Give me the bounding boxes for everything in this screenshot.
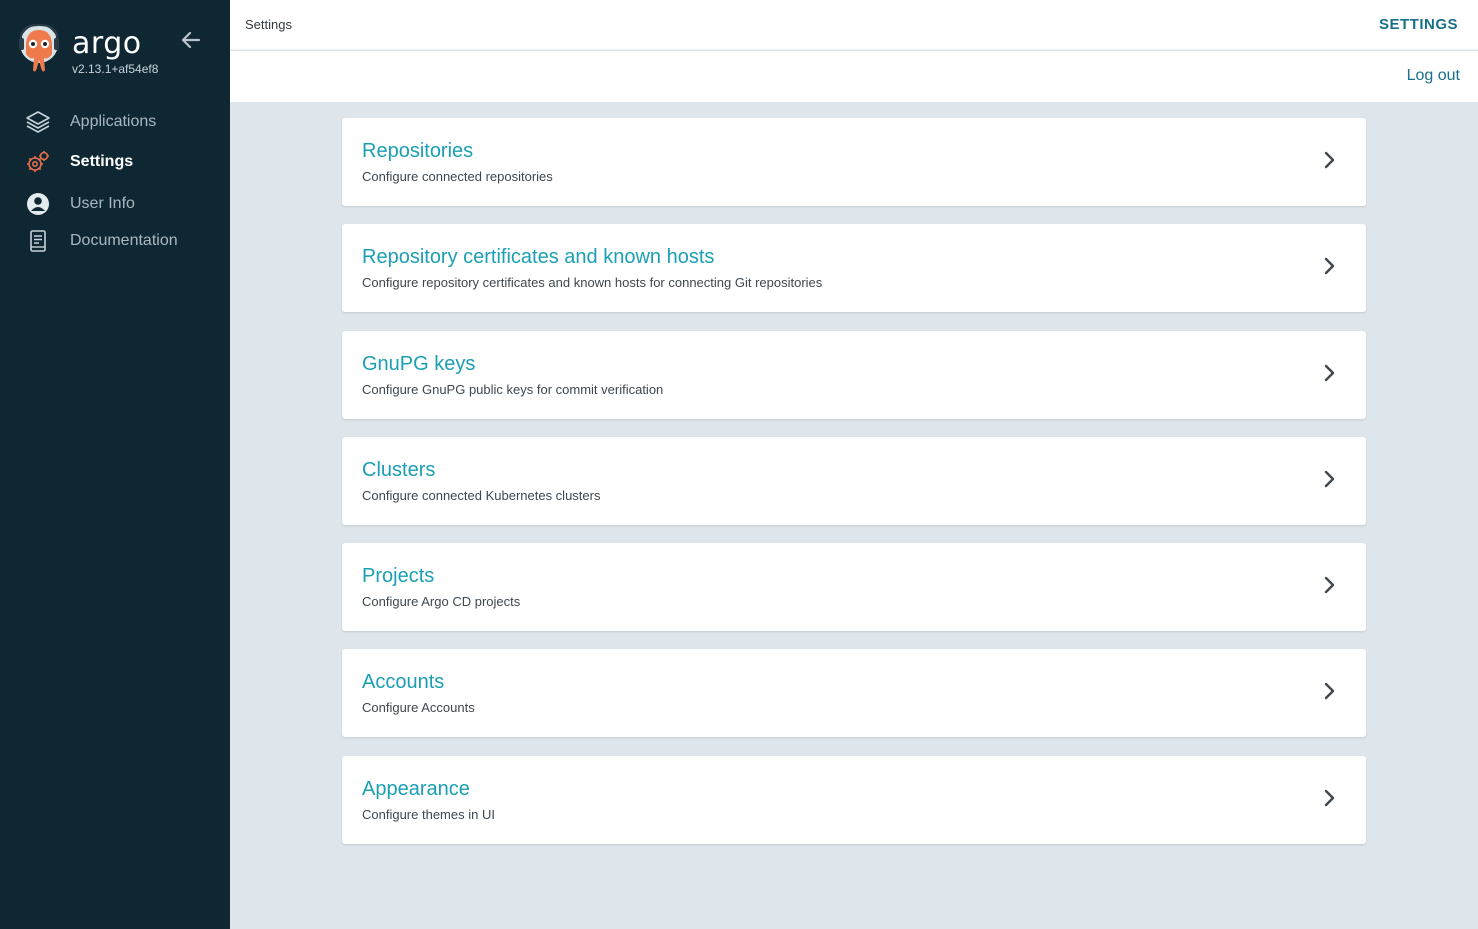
card-description: Configure connected repositories xyxy=(362,169,553,184)
chevron-right-icon xyxy=(1324,789,1335,806)
settings-card-projects[interactable]: Projects Configure Argo CD projects xyxy=(342,543,1366,632)
card-title: Repositories xyxy=(362,140,474,162)
sidebar-item-label: User Info xyxy=(70,195,135,212)
book-icon xyxy=(24,227,52,255)
settings-card-gnupg-keys[interactable]: GnuPG keys Configure GnuPG public keys f… xyxy=(342,330,1366,419)
sidebar-nav: Applications Settings User Info Document… xyxy=(0,102,230,261)
card-title: Accounts xyxy=(362,671,445,694)
top-bar: Settings SETTINGS xyxy=(230,0,1478,50)
sidebar-item-documentation[interactable]: Documentation xyxy=(0,221,230,261)
chevron-right-icon xyxy=(1324,683,1335,700)
settings-card-repositories[interactable]: Repositories Configure connected reposit… xyxy=(342,118,1366,206)
sidebar-item-label: Settings xyxy=(70,153,134,170)
sidebar-item-label: Documentation xyxy=(70,232,178,249)
card-description: Configure repository certificates and kn… xyxy=(362,275,823,291)
sidebar: argo v2.13.1+af54ef8 Applications Settin… xyxy=(0,0,230,929)
sidebar-item-settings[interactable]: Settings xyxy=(0,142,230,182)
app-version: v2.13.1+af54ef8 xyxy=(72,62,159,76)
card-description: Configure Argo CD projects xyxy=(362,594,521,610)
card-title: Appearance xyxy=(362,777,470,800)
logout-link[interactable]: Log out xyxy=(1407,67,1460,85)
chevron-right-icon xyxy=(1324,364,1335,381)
sidebar-item-applications[interactable]: Applications xyxy=(0,102,230,142)
settings-list: Repositories Configure connected reposit… xyxy=(342,118,1366,862)
breadcrumb[interactable]: Settings xyxy=(245,17,292,32)
chevron-right-icon xyxy=(1324,576,1335,594)
card-description: Configure GnuPG public keys for commit v… xyxy=(362,381,664,397)
settings-card-clusters[interactable]: Clusters Configure connected Kubernetes … xyxy=(342,436,1366,525)
page-title: SETTINGS xyxy=(1378,16,1458,33)
card-description: Configure Accounts xyxy=(362,700,475,716)
chevron-right-icon xyxy=(1324,258,1335,275)
card-description: Configure themes in UI xyxy=(362,806,495,822)
settings-card-certificates[interactable]: Repository certificates and known hosts … xyxy=(342,224,1366,313)
collapse-sidebar-arrow-icon[interactable] xyxy=(178,28,204,52)
user-circle-icon xyxy=(24,190,52,218)
card-title: Repository certificates and known hosts xyxy=(362,246,715,269)
card-title: Clusters xyxy=(362,458,436,481)
card-description: Configure connected Kubernetes clusters xyxy=(362,487,601,503)
gears-icon xyxy=(24,148,52,176)
app-name: argo xyxy=(72,26,142,61)
chevron-right-icon xyxy=(1324,470,1335,488)
argo-logo-icon xyxy=(19,24,59,72)
layers-icon xyxy=(24,108,52,136)
chevron-right-icon xyxy=(1324,151,1335,169)
sidebar-item-label: Applications xyxy=(70,113,157,130)
card-title: Projects xyxy=(362,565,435,588)
sidebar-item-user-info[interactable]: User Info xyxy=(0,184,230,224)
settings-card-accounts[interactable]: Accounts Configure Accounts xyxy=(342,649,1366,738)
action-bar: Log out xyxy=(230,51,1478,102)
settings-card-appearance[interactable]: Appearance Configure themes in UI xyxy=(342,755,1366,844)
card-title: GnuPG keys xyxy=(362,352,476,375)
